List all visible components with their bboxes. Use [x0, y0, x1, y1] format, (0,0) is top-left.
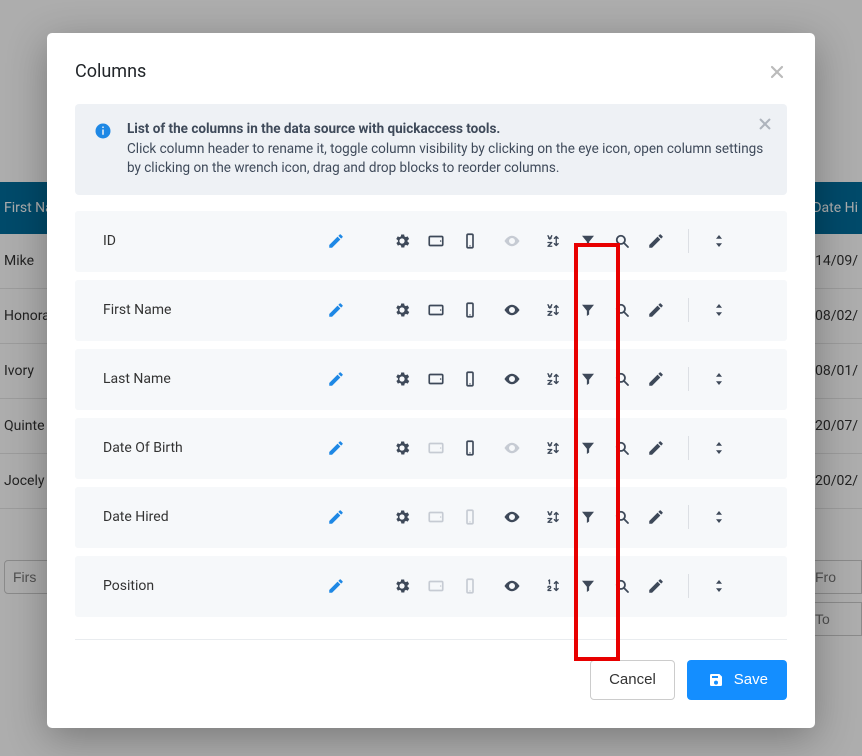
filter-icon[interactable] [578, 300, 598, 320]
search-icon[interactable] [612, 576, 632, 596]
sort-icon[interactable] [544, 231, 564, 251]
edit-icon[interactable] [646, 300, 666, 320]
sort-icon[interactable] [544, 300, 564, 320]
tablet-icon[interactable] [426, 231, 446, 251]
column-name[interactable]: Date Of Birth [103, 440, 308, 456]
column-name[interactable]: Position [103, 578, 308, 594]
tablet-icon[interactable] [426, 438, 446, 458]
edit-icon[interactable] [646, 507, 666, 527]
visibility-icon[interactable] [502, 438, 522, 458]
settings-icon[interactable] [392, 507, 412, 527]
mobile-icon[interactable] [460, 507, 480, 527]
columns-list: ID First Name Last Name Date Of Birth Date H… [75, 211, 787, 617]
edit-icon[interactable] [646, 369, 666, 389]
modal-close-button[interactable] [767, 62, 787, 82]
column-name[interactable]: Date Hired [103, 509, 308, 525]
reorder-icon[interactable] [709, 300, 729, 320]
edit-icon[interactable] [646, 576, 666, 596]
rename-icon[interactable] [326, 507, 346, 527]
sort-icon[interactable] [544, 438, 564, 458]
close-icon [769, 64, 785, 80]
cancel-button[interactable]: Cancel [590, 660, 675, 700]
info-text-body: Click column header to rename it, toggle… [127, 141, 763, 177]
column-row[interactable]: Date Of Birth [75, 418, 787, 479]
column-row[interactable]: Date Hired [75, 487, 787, 548]
edit-icon[interactable] [646, 231, 666, 251]
reorder-icon[interactable] [709, 507, 729, 527]
modal-footer: Cancel Save [75, 639, 787, 700]
search-icon[interactable] [612, 369, 632, 389]
columns-modal: Columns List of the columns in the data … [47, 33, 815, 728]
filter-icon[interactable] [578, 369, 598, 389]
tablet-icon[interactable] [426, 507, 446, 527]
settings-icon[interactable] [392, 300, 412, 320]
column-row[interactable]: Position [75, 556, 787, 617]
filter-icon[interactable] [578, 576, 598, 596]
save-icon [706, 670, 726, 690]
sort-icon[interactable] [544, 576, 564, 596]
search-icon[interactable] [612, 231, 632, 251]
settings-icon[interactable] [392, 231, 412, 251]
sort-icon[interactable] [544, 369, 564, 389]
mobile-icon[interactable] [460, 576, 480, 596]
visibility-icon[interactable] [502, 231, 522, 251]
search-icon[interactable] [612, 300, 632, 320]
filter-icon[interactable] [578, 231, 598, 251]
tablet-icon[interactable] [426, 369, 446, 389]
mobile-icon[interactable] [460, 300, 480, 320]
info-text-bold: List of the columns in the data source w… [127, 121, 500, 137]
rename-icon[interactable] [326, 369, 346, 389]
filter-icon[interactable] [578, 507, 598, 527]
reorder-icon[interactable] [709, 231, 729, 251]
cancel-button-label: Cancel [609, 671, 656, 688]
rename-icon[interactable] [326, 576, 346, 596]
column-row[interactable]: ID [75, 211, 787, 272]
tablet-icon[interactable] [426, 300, 446, 320]
info-banner-close[interactable] [755, 114, 775, 134]
info-text: List of the columns in the data source w… [127, 120, 769, 179]
save-button[interactable]: Save [687, 660, 787, 700]
visibility-icon[interactable] [502, 507, 522, 527]
reorder-icon[interactable] [709, 369, 729, 389]
visibility-icon[interactable] [502, 369, 522, 389]
modal-title: Columns [75, 61, 146, 82]
rename-icon[interactable] [326, 300, 346, 320]
tablet-icon[interactable] [426, 576, 446, 596]
column-name[interactable]: ID [103, 233, 308, 249]
visibility-icon[interactable] [502, 576, 522, 596]
settings-icon[interactable] [392, 369, 412, 389]
column-row[interactable]: First Name [75, 280, 787, 341]
settings-icon[interactable] [392, 576, 412, 596]
rename-icon[interactable] [326, 231, 346, 251]
visibility-icon[interactable] [502, 300, 522, 320]
search-icon[interactable] [612, 507, 632, 527]
modal-header: Columns [75, 61, 787, 82]
edit-icon[interactable] [646, 438, 666, 458]
mobile-icon[interactable] [460, 438, 480, 458]
mobile-icon[interactable] [460, 231, 480, 251]
reorder-icon[interactable] [709, 576, 729, 596]
close-icon [758, 117, 772, 131]
info-icon [93, 121, 113, 141]
info-banner: List of the columns in the data source w… [75, 104, 787, 195]
rename-icon[interactable] [326, 438, 346, 458]
settings-icon[interactable] [392, 438, 412, 458]
column-name[interactable]: Last Name [103, 371, 308, 387]
search-icon[interactable] [612, 438, 632, 458]
mobile-icon[interactable] [460, 369, 480, 389]
save-button-label: Save [734, 671, 768, 688]
sort-icon[interactable] [544, 507, 564, 527]
column-name[interactable]: First Name [103, 302, 308, 318]
column-row[interactable]: Last Name [75, 349, 787, 410]
filter-icon[interactable] [578, 438, 598, 458]
reorder-icon[interactable] [709, 438, 729, 458]
